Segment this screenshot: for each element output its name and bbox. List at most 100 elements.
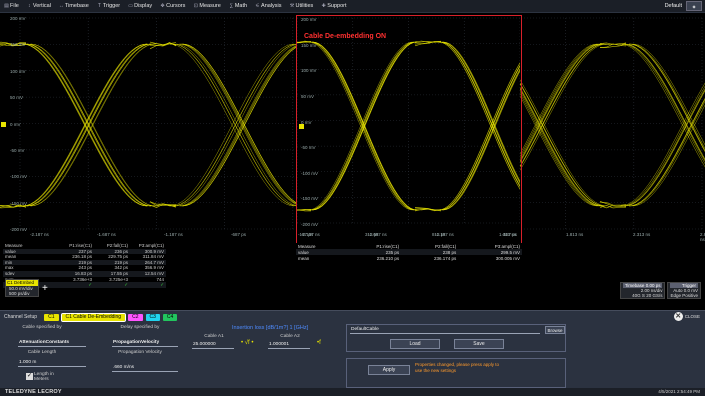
cable-a1-label: Cable A1: [192, 334, 236, 339]
y-tick-label: -200 mV: [10, 227, 27, 232]
menu-item-support[interactable]: ✚ Support: [317, 0, 350, 13]
close-icon[interactable]: ✕: [674, 312, 683, 321]
x-tick-label: 2.313 ns: [633, 232, 650, 237]
teledyne-logo-icon[interactable]: ◈: [686, 1, 702, 11]
y-tick-label: -50 mV: [10, 148, 25, 153]
delay-spec-label: Delay specified by: [110, 325, 170, 330]
vertical-icon: ↕: [27, 4, 32, 9]
trigger-type: Edge: [670, 293, 681, 298]
save-button[interactable]: Save: [454, 339, 504, 349]
apply-button[interactable]: Apply: [368, 365, 410, 375]
x-tick-label: -2.187 ns: [30, 232, 49, 237]
browse-button[interactable]: Browse: [545, 326, 565, 334]
menu-item-label: Timebase: [65, 3, 89, 9]
x-tick-label: -687 ps: [231, 232, 246, 237]
menu-item-vertical[interactable]: ↕ Vertical: [23, 0, 55, 13]
timebase-trigger-panel[interactable]: Timebase 0.00 ps 2.00 ns/div 40G S 20 GS…: [620, 282, 701, 299]
frequency-icon: •f: [317, 340, 321, 346]
tab-c1[interactable]: C1: [44, 314, 58, 321]
table-cell: mean: [296, 255, 343, 261]
trigger-icon: T: [97, 4, 102, 9]
overlay-x-tick: -1.187 ns: [435, 232, 454, 237]
menu-item-trigger[interactable]: T Trigger: [93, 0, 124, 13]
tab-c2[interactable]: C2: [128, 314, 142, 321]
table-cell: 300.005 mV: [458, 255, 522, 261]
overlay-x-tick: -687 ps: [502, 232, 517, 237]
menu-item-label: Display: [134, 3, 152, 9]
channel-setup-label: Channel Setup: [4, 314, 37, 320]
datetime-label: 4/5/2021 2:54:49 PM: [658, 388, 700, 396]
analysis-icon: ⚟: [255, 4, 260, 9]
x-tick-label: 1.813 ns: [566, 232, 583, 237]
menu-item-file[interactable]: ▤ File: [0, 0, 23, 13]
menu-item-timebase[interactable]: ↔ Timebase: [55, 0, 93, 13]
menu-item-label: File: [10, 3, 19, 9]
channel-descriptor-box[interactable]: C1 DeEmbed 50.0 mV/div 500 ps/div: [5, 279, 39, 297]
file-icon: ▤: [4, 4, 9, 9]
cable-length-field[interactable]: 1.000 m: [18, 359, 86, 367]
tab-c1-cable-de-embedding[interactable]: C1 Cable De-Embedding: [62, 314, 126, 321]
channel-offset-marker[interactable]: [1, 122, 6, 127]
table-cell: 236.210 ps: [343, 255, 401, 261]
apply-notice: Properties changed, please press apply t…: [415, 362, 505, 373]
display-icon: ▭: [128, 4, 133, 9]
insertion-loss-title: Insertion loss [dB/1m?] 1 [GHz]: [232, 325, 308, 331]
menu-right: Default ◈: [665, 1, 705, 11]
y-tick-label: 0 mV: [10, 122, 21, 127]
channel-setup-dialog: Channel Setup C1 C1 Cable De-Embedding C2 C…: [0, 310, 705, 388]
timebase-box[interactable]: Timebase 0.00 ps 2.00 ns/div 40G S 20 GS…: [620, 282, 666, 299]
prop-velocity-label: Propagation Velocity: [110, 350, 170, 355]
cable-a1-field[interactable]: 25.000000: [192, 341, 234, 349]
add-channel-button[interactable]: +: [42, 283, 48, 294]
cable-de-embedding-overlay: Cable De-embedding ON 200 mV 150 mV 100 mV…: [296, 15, 522, 258]
menu-item-utilities[interactable]: ⚒ Utilities: [286, 0, 318, 13]
trigger-box[interactable]: Trigger Auto 0.0 mV Edge Positive: [667, 282, 701, 299]
length-in-meters-checkbox[interactable]: ✓: [26, 373, 33, 380]
default-button[interactable]: Default: [665, 3, 682, 9]
menu-items: ▤ File ↕ Vertical ↔ Timebase T Trigger ▭ Display ✥…: [0, 0, 351, 13]
tab-c3[interactable]: C3: [146, 314, 160, 321]
overlay-y-tick: -200 mV: [301, 222, 318, 227]
menu-item-analysis[interactable]: ⚟ Analysis: [251, 0, 285, 13]
support-icon: ✚: [321, 4, 326, 9]
math-icon: ∑: [229, 4, 234, 9]
overlay-measure-table: Measure P1:rise(C1) P2:fall(C1) P3:ampl(C1)…: [296, 243, 522, 261]
cable-spec-label: Cable specified by: [12, 325, 72, 330]
cable-a2-field[interactable]: 1.000001: [268, 341, 310, 349]
channel-offset: 500 ps/div: [6, 291, 38, 296]
overlay-measure-grid: Measure P1:rise(C1) P2:fall(C1) P3:ampl(C1)…: [296, 243, 522, 261]
utilities-icon: ⚒: [290, 4, 295, 9]
overlay-y-tick: -50 mV: [301, 145, 316, 150]
table-cell: ✓: [58, 282, 94, 288]
close-button[interactable]: ✕ CLOSE: [674, 312, 700, 321]
table-cell: 236.174 ps: [401, 255, 458, 261]
cable-spec-dropdown[interactable]: AttenuationConstants: [18, 339, 86, 347]
menu-item-display[interactable]: ▭ Display: [124, 0, 156, 13]
file-name-field[interactable]: DefaultCable: [350, 326, 540, 334]
y-tick-label: -100 mV: [10, 174, 27, 179]
timebase-row2: 40G S 20 GS/s: [623, 293, 663, 298]
overlay-y-tick: 150 mV: [301, 43, 317, 48]
cable-a2-label: Cable A2: [268, 334, 312, 339]
overlay-x-tick: -1.687 ns: [368, 232, 387, 237]
dialog-body: Cable specified by AttenuationConstants …: [0, 324, 705, 390]
delay-spec-dropdown[interactable]: PropagationVelocity: [112, 339, 178, 347]
close-label: CLOSE: [685, 314, 700, 319]
tab-c4[interactable]: C4: [163, 314, 177, 321]
prop-velocity-field[interactable]: .660 m/ns: [112, 364, 178, 372]
channel-name: C1: [7, 280, 13, 285]
overlay-x-tick: -2.187 ns: [301, 232, 320, 237]
y-tick-label: 200 mV: [10, 16, 26, 21]
menu-item-math[interactable]: ∑ Math: [225, 0, 251, 13]
x-tick-label: 2.813 ns: [700, 232, 705, 242]
dialog-tab-list: C1 C1 Cable De-Embedding C2 C3 C4: [44, 314, 177, 321]
menu-item-measure[interactable]: ⊡ Measure: [189, 0, 224, 13]
table-cell: ✓: [94, 282, 130, 288]
x-tick-label: -1.187 ns: [164, 232, 183, 237]
overlay-title: Cable De-embedding ON: [304, 33, 386, 40]
channel-mode: DeEmbed: [14, 280, 34, 285]
load-button[interactable]: Load: [390, 339, 440, 349]
menu-item-label: Math: [235, 3, 247, 9]
menu-item-cursors[interactable]: ✥ Cursors: [156, 0, 189, 13]
overlay-canvas: [297, 16, 520, 230]
